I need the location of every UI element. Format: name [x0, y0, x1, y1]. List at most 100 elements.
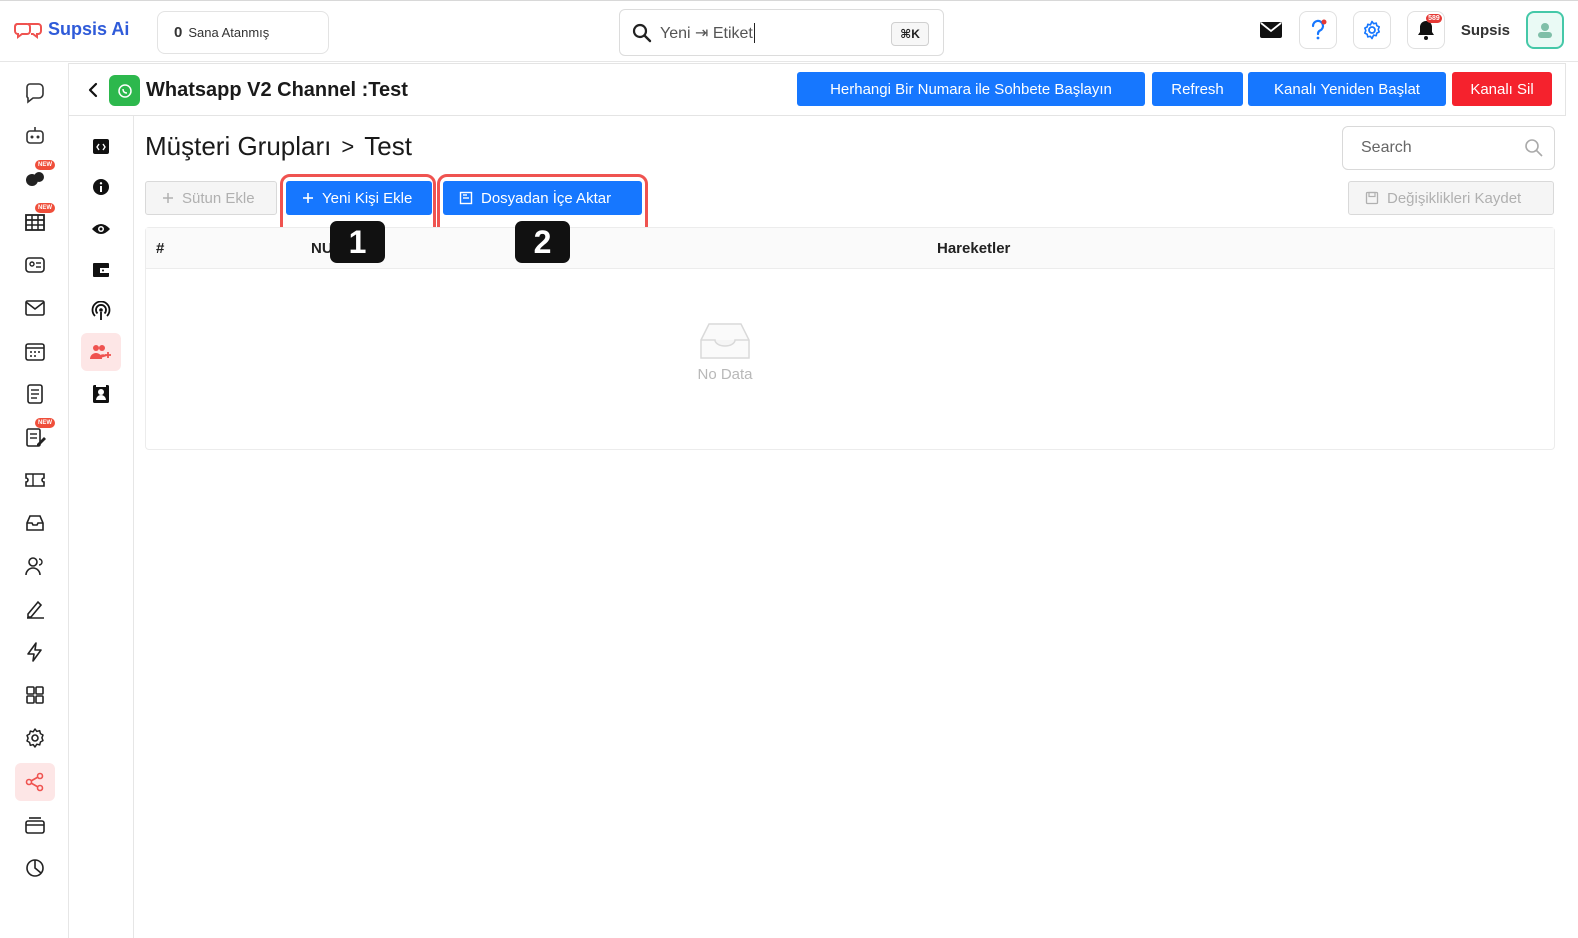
search-icon	[1525, 139, 1543, 157]
empty-state: No Data	[146, 320, 1554, 383]
contact-card-icon	[25, 257, 45, 273]
bot-icon	[26, 127, 44, 144]
sidebar-item-calendar[interactable]	[15, 332, 55, 370]
delete-channel-button[interactable]: Kanalı Sil	[1452, 72, 1552, 106]
brand-name: Supsis Ai	[48, 19, 130, 39]
channel-tab-customer-groups[interactable]	[81, 333, 121, 371]
user-avatar[interactable]	[1526, 11, 1564, 49]
channel-header: Whatsapp V2 Channel :Test Herhangi Bir N…	[69, 63, 1566, 116]
gear-icon	[1363, 20, 1380, 40]
breadcrumb: Müşteri Grupları > Test	[145, 131, 412, 162]
save-changes-button[interactable]: Değişiklikleri Kaydet	[1348, 181, 1554, 215]
notifications-button[interactable]: 589	[1406, 11, 1445, 49]
new-badge: NEW	[35, 160, 55, 170]
sidebar-item-settings[interactable]	[15, 719, 55, 757]
apps-grid-icon	[26, 686, 44, 704]
sidebar-item-billing[interactable]	[15, 806, 55, 844]
channel-tab-contacts[interactable]	[81, 375, 121, 413]
sidebar-item-sign[interactable]	[15, 590, 55, 628]
sidebar-item-integrations[interactable]	[15, 763, 55, 801]
social-icon	[26, 172, 44, 186]
share-icon	[25, 772, 44, 792]
plus-icon	[163, 193, 173, 203]
channel-tab-info[interactable]	[81, 168, 121, 206]
question-icon	[1311, 19, 1327, 40]
settings-button[interactable]	[1352, 11, 1391, 49]
save-changes-label: Değişiklikleri Kaydet	[1387, 189, 1522, 207]
breadcrumb-current: Test	[364, 131, 412, 161]
main-sidebar: NEW NEW NEW	[3, 63, 69, 938]
sign-icon	[27, 600, 44, 619]
sidebar-item-apps[interactable]	[15, 676, 55, 714]
sidebar-item-forms[interactable]: NEW	[15, 418, 55, 456]
channel-title: Whatsapp V2 Channel :Test	[146, 79, 408, 101]
brand-logo[interactable]: Supsis Ai	[14, 19, 129, 40]
refresh-button[interactable]: Refresh	[1152, 72, 1243, 106]
calendar-icon	[25, 343, 45, 361]
empty-inbox-icon	[700, 323, 750, 359]
search-input[interactable]	[1361, 139, 1511, 157]
assigned-to-me-button[interactable]: 0 Sana Atanmış	[157, 11, 329, 54]
user-name[interactable]: Supsis	[1461, 22, 1510, 39]
sidebar-item-reports[interactable]	[15, 849, 55, 887]
settings-icon	[26, 728, 44, 748]
content-search	[1342, 126, 1555, 170]
chevron-left-icon	[88, 82, 98, 98]
channel-sidebar	[69, 116, 134, 938]
assigned-count: 0	[174, 24, 183, 41]
lightning-icon	[27, 642, 42, 662]
user-add-icon	[90, 345, 111, 359]
sidebar-item-social[interactable]: NEW	[15, 160, 55, 198]
logo-icon	[14, 22, 42, 39]
step-marker-2: 2	[515, 221, 570, 263]
chat-bubble-icon	[26, 83, 44, 104]
ticket-icon	[25, 473, 45, 487]
channel-tab-broadcast[interactable]	[81, 292, 121, 330]
column-header-actions: Hareketler	[937, 240, 1011, 257]
text-caret	[753, 22, 755, 43]
table-icon	[25, 214, 45, 231]
add-column-label: Sütun Ekle	[182, 189, 255, 207]
save-icon	[1365, 191, 1379, 205]
sidebar-item-bots[interactable]	[15, 117, 55, 155]
sidebar-item-mail[interactable]	[15, 289, 55, 327]
users-icon	[25, 557, 43, 576]
info-icon	[93, 179, 109, 195]
new-badge: NEW	[35, 203, 55, 213]
sidebar-item-tables[interactable]: NEW	[15, 203, 55, 241]
restart-channel-button[interactable]: Kanalı Yeniden Başlat	[1248, 72, 1446, 106]
search-shortcut-badge: ⌘K	[891, 22, 929, 46]
help-button[interactable]	[1298, 11, 1337, 49]
new-badge: NEW	[35, 418, 55, 428]
contact-book-icon	[93, 385, 109, 403]
sidebar-item-contacts[interactable]	[15, 246, 55, 284]
channel-tab-wallet[interactable]	[81, 251, 121, 289]
start-chat-button[interactable]: Herhangi Bir Numara ile Sohbete Başlayın	[797, 72, 1145, 106]
breadcrumb-parent[interactable]: Müşteri Grupları	[145, 131, 331, 162]
sidebar-item-chat[interactable]	[15, 74, 55, 112]
mail-icon[interactable]	[1259, 21, 1283, 39]
reports-pie-icon	[26, 859, 44, 877]
sidebar-item-notes[interactable]	[15, 375, 55, 413]
global-search-input[interactable]: Yeni ⇥ Etiket ⌘K	[619, 9, 944, 56]
notification-count-badge: 589	[1426, 14, 1442, 23]
breadcrumb-separator: >	[341, 133, 355, 159]
sidebar-item-inbox[interactable]	[15, 504, 55, 542]
channel-tab-preview[interactable]	[81, 210, 121, 248]
inbox-icon	[26, 515, 44, 531]
billing-icon	[25, 817, 45, 834]
top-right-actions: 589 Supsis	[1259, 11, 1564, 49]
back-button[interactable]	[83, 78, 103, 102]
empty-state-text: No Data	[697, 366, 753, 383]
eye-icon	[92, 224, 110, 234]
sidebar-item-users[interactable]	[15, 547, 55, 585]
sidebar-item-automation[interactable]	[15, 633, 55, 671]
search-query-text: Yeni ⇥ Etiket	[660, 24, 753, 42]
sidebar-item-tickets[interactable]	[15, 461, 55, 499]
step-marker-1: 1	[330, 221, 385, 263]
edit-list-icon	[26, 428, 46, 447]
channel-tab-code[interactable]	[81, 127, 121, 165]
notes-icon	[27, 384, 43, 404]
assigned-label: Sana Atanmış	[188, 25, 270, 40]
add-column-button[interactable]: Sütun Ekle	[145, 181, 277, 215]
